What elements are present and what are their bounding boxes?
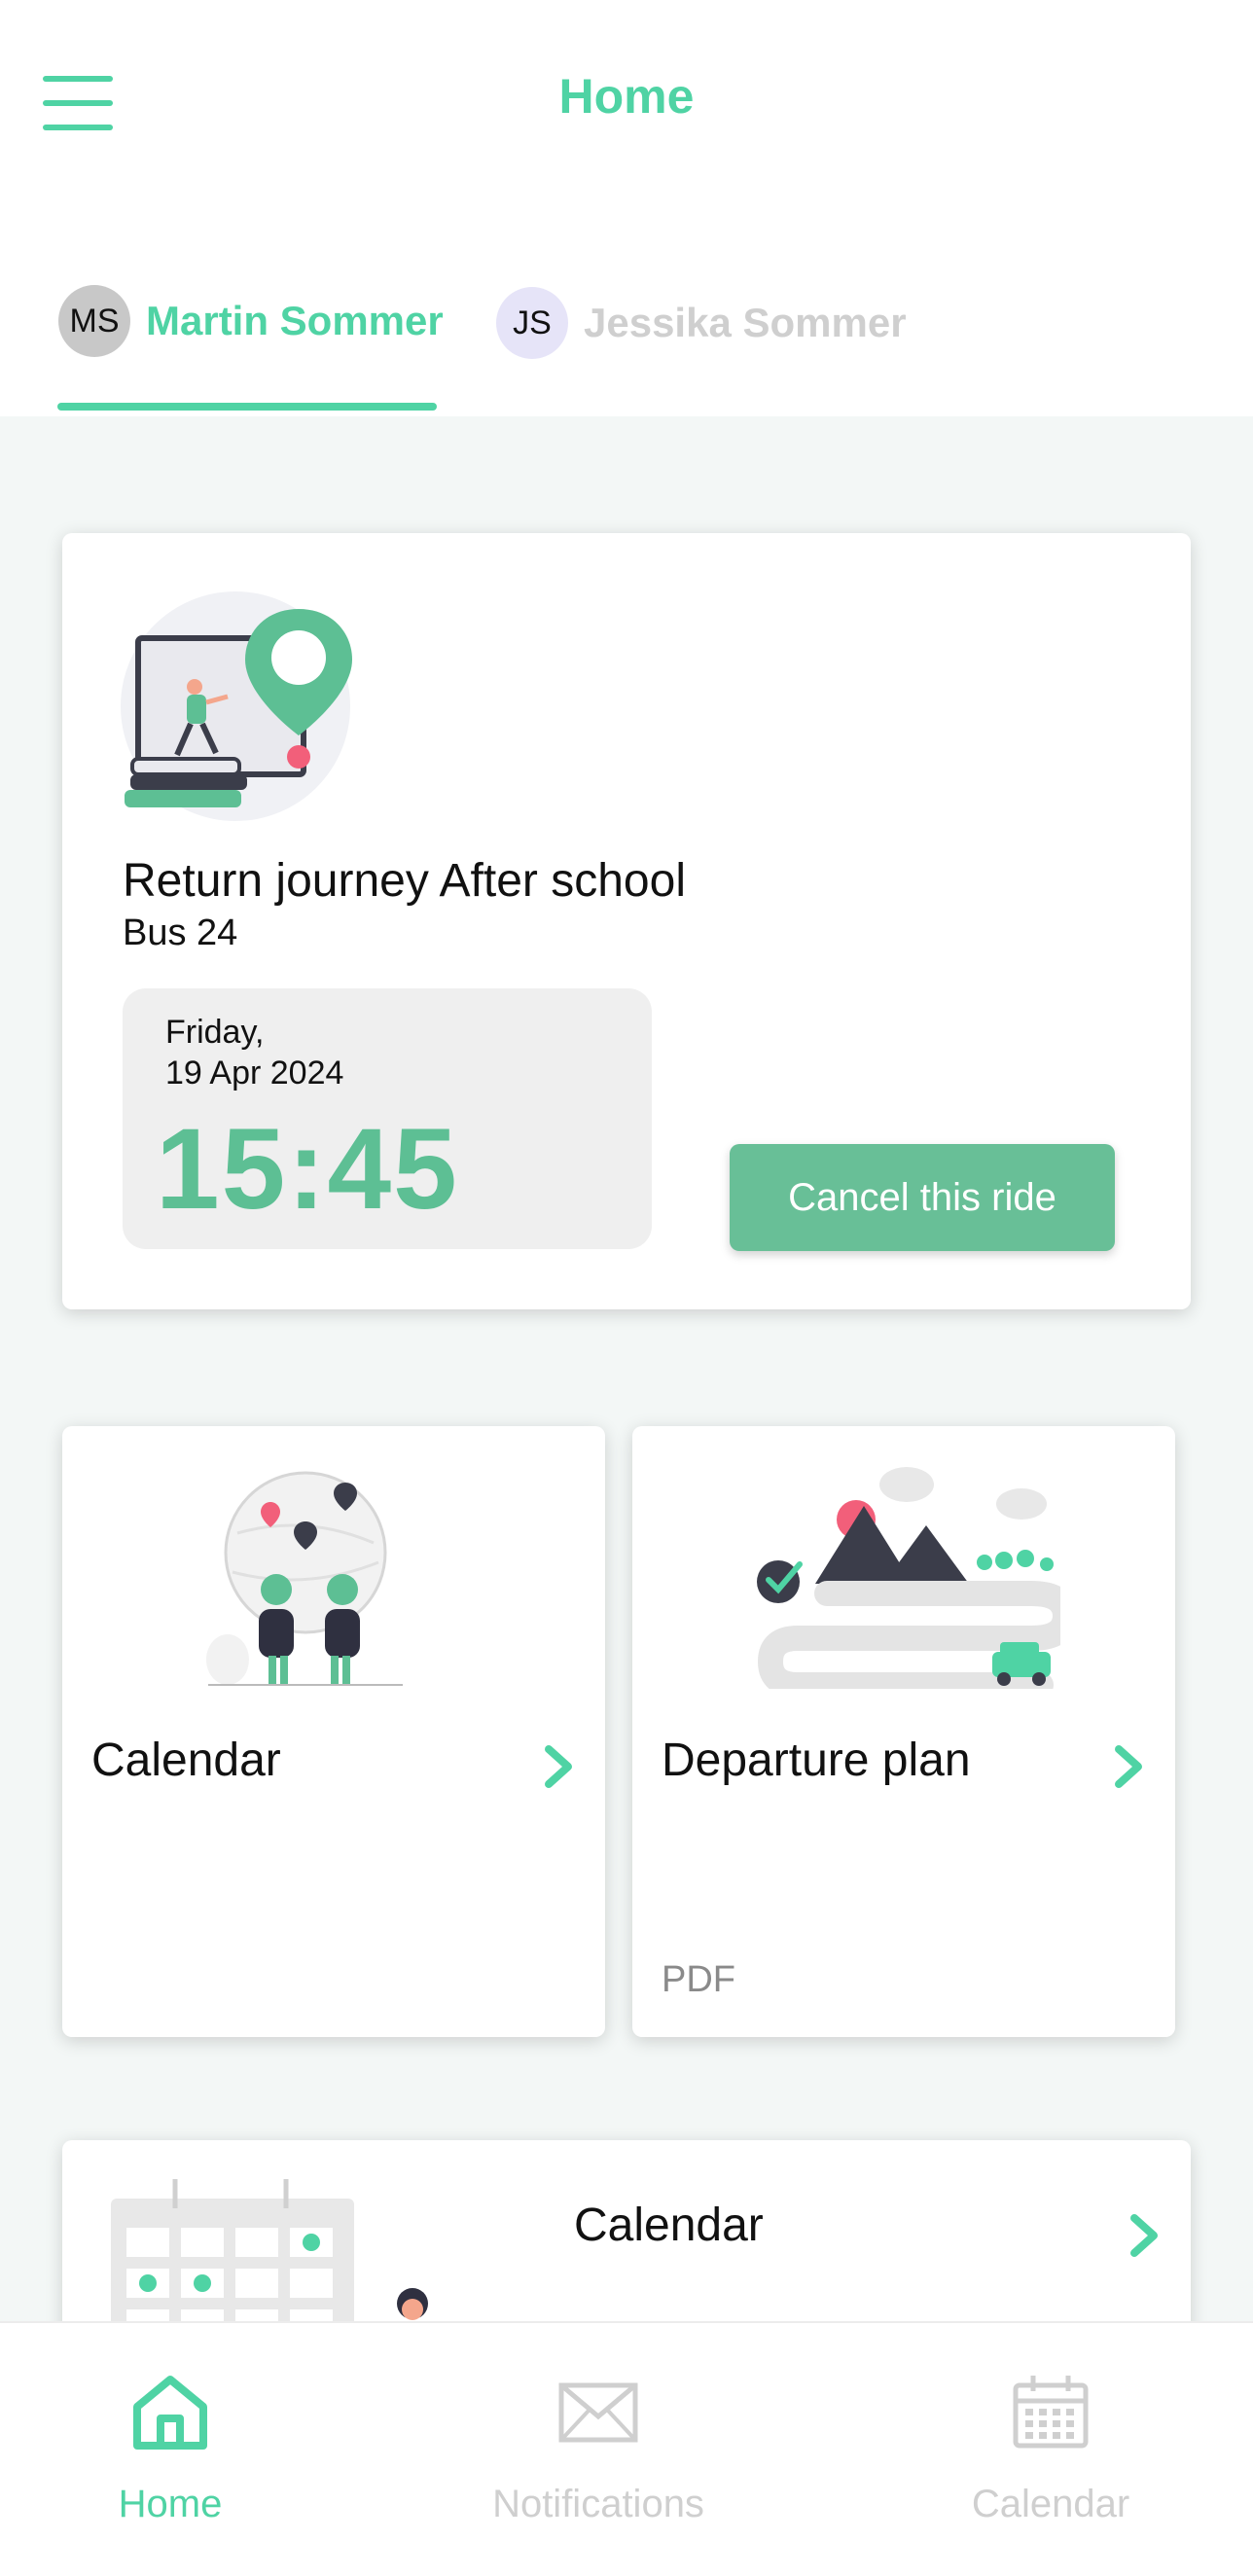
- chevron-right-icon: [1115, 1745, 1142, 1788]
- tile-title: Departure plan: [662, 1735, 971, 1786]
- nav-home[interactable]: Home: [10, 2323, 331, 2576]
- tab-label: Martin Sommer: [146, 298, 444, 343]
- tab-jessika-sommer[interactable]: JS Jessika Sommer: [496, 286, 907, 360]
- departure-time: 15:45: [156, 1105, 459, 1234]
- calendar-tile[interactable]: Calendar: [62, 1426, 605, 2037]
- departure-day: Friday,: [165, 1014, 265, 1051]
- next-ride-card: Return journey After school Bus 24 Frida…: [62, 533, 1191, 1309]
- nav-label: Calendar: [971, 2483, 1130, 2525]
- card-title: Calendar: [574, 2200, 764, 2251]
- file-type-label: PDF: [662, 1959, 735, 2000]
- handshake-globe-illustration: [206, 1471, 403, 1686]
- calendar-icon: [1013, 2376, 1089, 2449]
- tab-label: Jessika Sommer: [584, 300, 907, 345]
- active-tab-indicator: [57, 403, 437, 411]
- chevron-right-icon: [545, 1745, 572, 1788]
- departure-time-box: Friday, 19 Apr 2024 15:45: [123, 988, 652, 1249]
- road-mountains-illustration: [757, 1467, 1060, 1689]
- nav-calendar[interactable]: Calendar: [890, 2323, 1211, 2576]
- cancel-ride-button[interactable]: Cancel this ride: [730, 1144, 1115, 1251]
- departure-plan-tile[interactable]: Departure plan PDF: [632, 1426, 1175, 2037]
- nav-notifications[interactable]: Notifications: [438, 2323, 759, 2576]
- chevron-right-icon: [1130, 2214, 1158, 2257]
- avatar: JS: [496, 287, 568, 359]
- tab-martin-sommer[interactable]: MS Martin Sommer: [58, 284, 444, 358]
- nav-label: Notifications: [492, 2483, 704, 2525]
- ride-title: Return journey After school: [123, 855, 686, 907]
- journey-illustration: [121, 591, 352, 821]
- nav-label: Home: [118, 2483, 223, 2525]
- bus-line: Bus 24: [123, 912, 238, 953]
- departure-date: 19 Apr 2024: [165, 1055, 344, 1091]
- home-icon: [133, 2376, 207, 2450]
- page-title: Home: [558, 69, 695, 124]
- avatar: MS: [58, 285, 130, 357]
- bottom-navigation: Home Notifications Calendar: [0, 2321, 1253, 2576]
- envelope-icon: [558, 2382, 638, 2443]
- tile-title: Calendar: [91, 1735, 281, 1786]
- app-header: Home MS Martin Sommer JS Jessika Sommer: [0, 0, 1253, 416]
